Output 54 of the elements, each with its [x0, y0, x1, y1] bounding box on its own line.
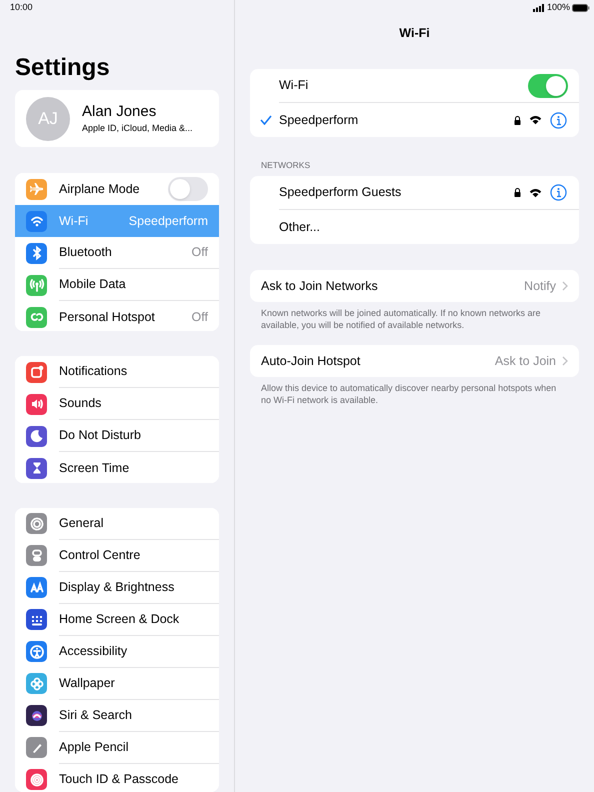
option-footer: Known networks will be joined automatically. If no known networks are available, you will be notified of available networks.: [250, 302, 579, 331]
profile-name: Alan Jones: [82, 102, 158, 122]
item-label: Accessibility: [59, 642, 128, 660]
battery-icon: [572, 4, 590, 12]
network-name: Speedperform Guests: [279, 184, 402, 202]
item-label: Wi-Fi: [59, 212, 90, 230]
item-label: Wallpaper: [59, 674, 116, 692]
item-label: Siri & Search: [59, 706, 133, 724]
option-row[interactable]: Auto-Join Hotspot Ask to Join: [250, 345, 579, 377]
item-label: Touch ID & Passcode: [59, 771, 180, 788]
item-value: Speedperform: [128, 212, 208, 230]
toggle-switch[interactable]: [168, 177, 208, 202]
other-network[interactable]: Other...: [250, 210, 579, 244]
info-icon[interactable]: [550, 112, 567, 128]
signal-icon: [532, 4, 545, 12]
item-label: Display & Brightness: [59, 578, 176, 596]
battery-percent: 100%: [546, 1, 570, 14]
network-name: Speedperform: [279, 112, 360, 129]
status-time: 10:00: [9, 1, 34, 12]
option-label: Auto-Join Hotspot: [261, 352, 362, 370]
section-header: NETWORKS: [260, 160, 312, 170]
option-label: Ask to Join Networks: [261, 278, 379, 295]
option-value: Notify: [524, 278, 556, 295]
profile-subtitle: Apple ID, iCloud, Media &...: [82, 122, 193, 136]
item-label: Sounds: [59, 395, 102, 412]
item-label: Control Centre: [59, 546, 142, 564]
item-value: Off: [192, 244, 208, 262]
chevron-icon: [562, 356, 568, 366]
item-label: Personal Hotspot: [59, 308, 156, 326]
item-label: Bluetooth: [59, 244, 113, 262]
item-label: Mobile Data: [59, 276, 127, 294]
item-label: Airplane Mode: [59, 180, 141, 198]
chevron-icon: [562, 281, 568, 291]
info-icon[interactable]: [550, 184, 567, 201]
item-label: Notifications: [59, 363, 128, 380]
item-label: General: [59, 514, 104, 532]
network-row[interactable]: Speedperform: [250, 103, 579, 137]
item-label: Screen Time: [59, 460, 130, 477]
sidebar-title: Settings: [14, 54, 111, 82]
item-label: Do Not Disturb: [59, 427, 142, 444]
wifi-toggle[interactable]: [528, 74, 568, 98]
wifi-label: Wi-Fi: [279, 77, 310, 94]
wifi-icon: [529, 188, 542, 198]
option-footer: Allow this device to automatically discover nearby personal hotspots when no Wi-Fi network is available.: [250, 377, 579, 406]
item-label: Home Screen & Dock: [59, 610, 180, 628]
avatar: AJ: [26, 96, 70, 141]
page-title: Wi-Fi: [398, 26, 431, 40]
item-label: Apple Pencil: [59, 738, 130, 756]
option-value: Ask to Join: [494, 352, 556, 370]
option-row[interactable]: Ask to Join Networks Notify: [250, 270, 579, 302]
profile-card[interactable]: AJ Alan Jones Apple ID, iCloud, Media &...: [15, 90, 219, 148]
item-value: Off: [192, 308, 208, 326]
network-row[interactable]: Speedperform Guests: [250, 176, 579, 210]
wifi-icon: [529, 115, 542, 125]
